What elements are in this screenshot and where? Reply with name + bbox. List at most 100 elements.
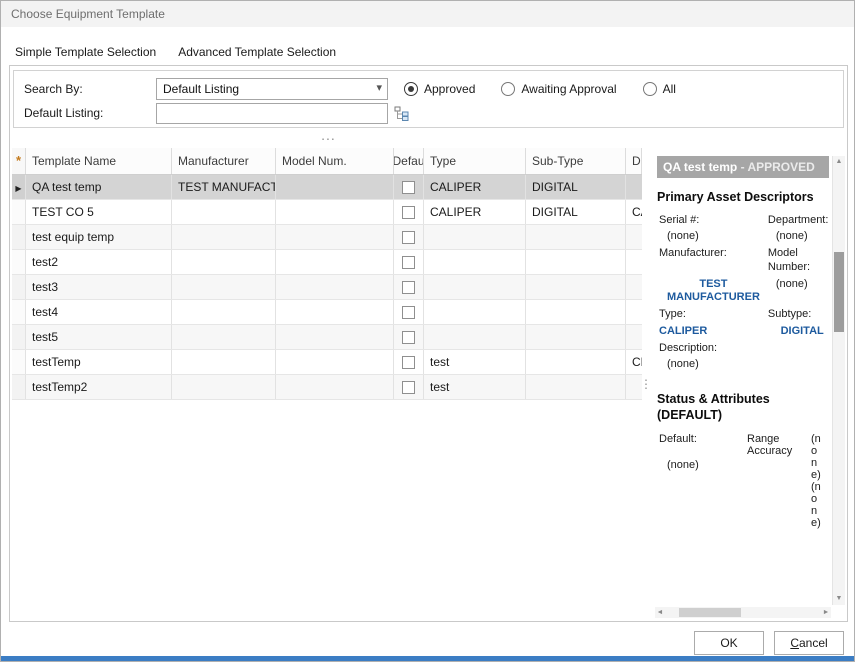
- radio-awaiting-approval[interactable]: Awaiting Approval: [501, 82, 616, 96]
- radio-awaiting-dot-icon: [501, 82, 515, 96]
- cell-description: CA: [626, 200, 642, 224]
- cell-manufacturer: [172, 200, 276, 224]
- column-header-model-num[interactable]: Model Num.: [276, 148, 394, 174]
- default-checkbox[interactable]: [402, 231, 415, 244]
- status-attributes-heading: Status & Attributes (DEFAULT): [657, 392, 829, 423]
- ok-button[interactable]: OK: [694, 631, 764, 655]
- bottom-accent-bar: [1, 656, 854, 661]
- default-checkbox[interactable]: [402, 206, 415, 219]
- cell-description: [626, 300, 642, 324]
- search-by-label: Search By:: [24, 82, 156, 96]
- default-checkbox[interactable]: [402, 381, 415, 394]
- radio-all[interactable]: All: [643, 82, 676, 96]
- cell-type: [424, 250, 526, 274]
- primary-asset-descriptors-fields: Serial #: Department: (none) (none) Manu…: [655, 214, 831, 373]
- cell-default: [394, 200, 424, 224]
- default-checkbox[interactable]: [402, 306, 415, 319]
- cancel-button[interactable]: Cancel: [774, 631, 844, 655]
- column-header-manufacturer[interactable]: Manufacturer: [172, 148, 276, 174]
- cell-manufacturer: [172, 325, 276, 349]
- cell-model-num: [276, 200, 394, 224]
- default-checkbox[interactable]: [402, 256, 415, 269]
- default-label: Default:: [659, 433, 747, 445]
- template-grid: * Template Name Manufacturer Model Num. …: [12, 148, 642, 620]
- search-splitter-handle[interactable]: ...: [10, 130, 647, 146]
- cell-manufacturer: [172, 250, 276, 274]
- preview-vertical-scrollbar[interactable]: ▲ ▼: [832, 156, 845, 605]
- cell-default: [394, 350, 424, 374]
- default-listing-row: Default Listing:: [24, 101, 833, 125]
- default-checkbox[interactable]: [402, 331, 415, 344]
- cell-sub-type: [526, 225, 626, 249]
- cell-model-num: [276, 175, 394, 199]
- horizontal-scrollbar-thumb[interactable]: [679, 608, 741, 617]
- grid-corner-header: *: [12, 148, 26, 174]
- serial-value: (none): [659, 230, 760, 244]
- vertical-scrollbar-thumb[interactable]: [834, 252, 844, 332]
- grid-row[interactable]: test2: [12, 250, 642, 275]
- preview-template-title: QA test temp: [663, 160, 737, 174]
- cell-default: [394, 275, 424, 299]
- row-header-cell: [12, 350, 26, 374]
- scroll-up-arrow-icon[interactable]: ▲: [833, 156, 845, 168]
- row-header-cell: [12, 325, 26, 349]
- grid-row[interactable]: testTemp test CM: [12, 350, 642, 375]
- serial-label: Serial #:: [659, 214, 760, 228]
- window-titlebar[interactable]: Choose Equipment Template: [1, 1, 854, 27]
- cell-template-name: testTemp: [26, 350, 172, 374]
- department-value: (none): [768, 230, 829, 244]
- preview-splitter-handle[interactable]: ⋮: [642, 148, 650, 620]
- cell-description: CM: [626, 350, 642, 374]
- cell-model-num: [276, 225, 394, 249]
- grid-row[interactable]: TEST CO 5 CALIPER DIGITAL CA: [12, 200, 642, 225]
- cell-sub-type: [526, 325, 626, 349]
- column-header-sub-type[interactable]: Sub-Type: [526, 148, 626, 174]
- cell-description: [626, 250, 642, 274]
- cell-manufacturer: [172, 225, 276, 249]
- default-checkbox[interactable]: [402, 181, 415, 194]
- subtype-value: DIGITAL: [768, 325, 829, 339]
- cell-template-name: test5: [26, 325, 172, 349]
- search-by-dropdown[interactable]: Default Listing ▾: [156, 78, 388, 100]
- grid-row[interactable]: test equip temp: [12, 225, 642, 250]
- grid-row[interactable]: test4: [12, 300, 642, 325]
- description-label: Description:: [659, 342, 760, 356]
- cell-type: [424, 275, 526, 299]
- column-header-description[interactable]: D: [626, 148, 642, 174]
- column-header-template-name[interactable]: Template Name: [26, 148, 172, 174]
- preview-status-badge: - APPROVED: [741, 160, 815, 174]
- listing-picker-icon[interactable]: [394, 106, 411, 121]
- row-header-cell: [12, 300, 26, 324]
- preview-horizontal-scrollbar[interactable]: ◄ ►: [655, 607, 831, 618]
- current-row-arrow-icon: ▶: [15, 184, 21, 193]
- grid-row[interactable]: testTemp2 test: [12, 375, 642, 400]
- grid-row[interactable]: test3: [12, 275, 642, 300]
- grid-row[interactable]: ▶ QA test temp TEST MANUFACTURER CALIPER…: [12, 175, 642, 200]
- default-listing-input[interactable]: [156, 103, 388, 124]
- subtype-label: Subtype:: [768, 308, 829, 322]
- column-header-type[interactable]: Type: [424, 148, 526, 174]
- cell-type: test: [424, 375, 526, 399]
- scroll-down-arrow-icon[interactable]: ▼: [833, 593, 845, 605]
- default-checkbox[interactable]: [402, 356, 415, 369]
- cell-sub-type: DIGITAL: [526, 175, 626, 199]
- row-header-cell: [12, 225, 26, 249]
- dropdown-caret-icon: ▾: [376, 81, 382, 94]
- row-header-cell: [12, 275, 26, 299]
- search-by-selected-value: Default Listing: [163, 82, 239, 96]
- cell-default: [394, 375, 424, 399]
- cell-type: [424, 325, 526, 349]
- cell-manufacturer: [172, 375, 276, 399]
- scroll-left-arrow-icon[interactable]: ◄: [655, 607, 665, 618]
- radio-approved[interactable]: Approved: [404, 82, 475, 96]
- default-value: (none): [659, 459, 747, 471]
- column-header-default[interactable]: Defau: [394, 148, 424, 174]
- description-value: (none): [659, 358, 760, 372]
- grid-row[interactable]: test5: [12, 325, 642, 350]
- manufacturer-value: TEST MANUFACTURER: [659, 278, 760, 306]
- scroll-right-arrow-icon[interactable]: ►: [821, 607, 831, 618]
- cell-model-num: [276, 300, 394, 324]
- cell-sub-type: [526, 350, 626, 374]
- default-checkbox[interactable]: [402, 281, 415, 294]
- template-browser: * Template Name Manufacturer Model Num. …: [12, 148, 845, 620]
